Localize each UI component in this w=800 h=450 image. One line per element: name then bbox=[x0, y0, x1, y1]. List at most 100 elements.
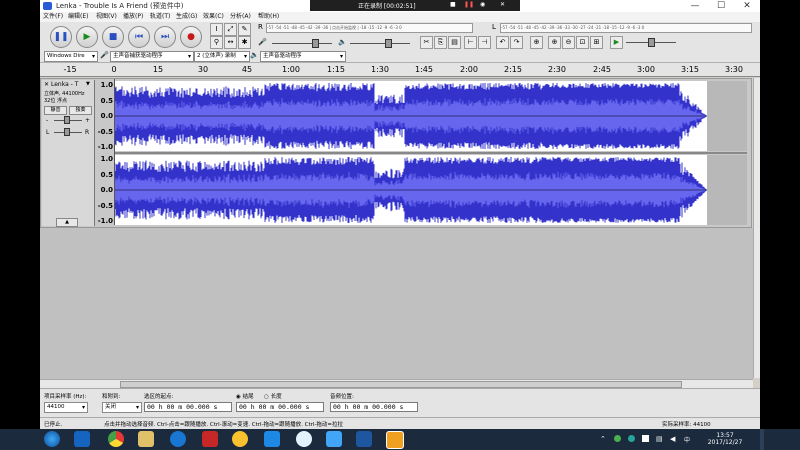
solo-button[interactable]: 独奏 bbox=[69, 106, 92, 115]
input-device-select[interactable]: 主声音捕获驱动程序 ▾ bbox=[110, 51, 194, 62]
menu-play[interactable]: 播放(P) bbox=[123, 12, 143, 22]
snap-value: 关闭 bbox=[105, 404, 117, 410]
network-icon[interactable]: ▤ bbox=[656, 435, 663, 443]
zoom-in-button[interactable]: ⊕ bbox=[548, 36, 561, 49]
tray-arrow-icon[interactable]: ⌃ bbox=[600, 435, 606, 443]
audio-position-field[interactable]: 00 h 00 m 00.000 s bbox=[330, 402, 418, 412]
menu-file[interactable]: 文件(F) bbox=[43, 12, 63, 22]
gain-knob[interactable] bbox=[64, 116, 70, 124]
chevron-down-icon: ▾ bbox=[81, 404, 85, 411]
sync-lock-button[interactable]: ⊕ bbox=[530, 36, 543, 49]
word-icon[interactable] bbox=[356, 431, 372, 447]
maximize-button[interactable]: ☐ bbox=[708, 0, 734, 12]
track-name[interactable]: Lenka - T bbox=[51, 81, 78, 88]
silence-button[interactable]: ⊣ bbox=[478, 36, 491, 49]
menu-analyze[interactable]: 分析(A) bbox=[230, 12, 251, 22]
track-close-button[interactable]: ✕ bbox=[44, 81, 49, 88]
taskbar-clock[interactable]: 13:57 2017/12/27 bbox=[700, 432, 750, 446]
menu-effect[interactable]: 效果(C) bbox=[203, 12, 224, 22]
selection-start-field[interactable]: 00 h 00 m 00.000 s bbox=[144, 402, 232, 412]
horizontal-scroll-thumb[interactable] bbox=[120, 381, 682, 388]
cut-button[interactable]: ✂ bbox=[420, 36, 433, 49]
recorder-close-button[interactable]: ✕ bbox=[500, 1, 505, 8]
end-radio[interactable]: ◉ 结尾 bbox=[236, 392, 254, 400]
system-tray[interactable]: ⌃ ▤ ◀ 中 bbox=[600, 435, 695, 444]
record-button[interactable]: ● bbox=[180, 26, 202, 48]
zoom-out-button[interactable]: ⊖ bbox=[562, 36, 575, 49]
kugou-icon[interactable] bbox=[170, 431, 186, 447]
horizontal-scrollbar[interactable] bbox=[40, 379, 753, 388]
speaker-volume-knob[interactable] bbox=[385, 39, 392, 48]
audacity-taskbar-icon[interactable] bbox=[386, 431, 404, 449]
speaker-volume-slider[interactable] bbox=[350, 43, 410, 44]
track-menu-arrow[interactable]: ▼ bbox=[86, 81, 90, 87]
menu-view[interactable]: 视图(V) bbox=[96, 12, 117, 22]
tray-app-icon[interactable] bbox=[642, 435, 649, 442]
project-rate-select[interactable]: 44100 ▾ bbox=[44, 402, 88, 413]
recorder-pause-button[interactable]: ❚❚ bbox=[464, 1, 474, 8]
feather-icon[interactable] bbox=[326, 431, 342, 447]
recorder-stop-button[interactable]: ■ bbox=[450, 1, 456, 8]
start-button-icon[interactable] bbox=[44, 431, 60, 447]
ruler-tick: 30 bbox=[197, 65, 209, 74]
tray-app-icon[interactable] bbox=[614, 435, 621, 442]
redo-button[interactable]: ↷ bbox=[510, 36, 523, 49]
mic-volume-slider[interactable] bbox=[272, 43, 332, 44]
tray-app-icon[interactable] bbox=[628, 435, 635, 442]
folder-icon[interactable] bbox=[138, 431, 154, 447]
chrome-icon[interactable] bbox=[108, 431, 124, 447]
waveform-right-channel[interactable] bbox=[115, 155, 707, 225]
record-meter[interactable]: -57 -54 -51 -48 -45 -42 -39 -36 | 点击开始监视… bbox=[266, 23, 473, 33]
timeline-ruler[interactable]: -15 0 15 30 45 1:00 1:15 1:30 1:45 2:00 … bbox=[40, 63, 760, 77]
play-meter[interactable]: -57 -54 -51 -48 -45 -42 -39 -36 -33 -30 … bbox=[500, 23, 752, 33]
mic-volume-knob[interactable] bbox=[312, 39, 319, 48]
show-desktop-button[interactable] bbox=[760, 429, 764, 450]
stop-button[interactable]: ■ bbox=[102, 26, 124, 48]
play-speed-knob[interactable] bbox=[648, 38, 655, 47]
paste-button[interactable]: ▤ bbox=[448, 36, 461, 49]
audio-host-select[interactable]: Windows Dire ▾ bbox=[44, 51, 98, 62]
browser-icon[interactable] bbox=[232, 431, 248, 447]
trim-button[interactable]: ⊢ bbox=[464, 36, 477, 49]
project-empty-area[interactable] bbox=[40, 228, 753, 379]
selection-tool[interactable]: I bbox=[210, 23, 223, 36]
channels-select[interactable]: 2 (立体声) 录制 ▾ bbox=[194, 51, 250, 62]
fit-selection-button[interactable]: ⊡ bbox=[576, 36, 589, 49]
output-device-select[interactable]: 主声音驱动程序 ▾ bbox=[260, 51, 346, 62]
play-at-speed-button[interactable]: ▶ bbox=[610, 36, 623, 49]
mute-button[interactable]: 静音 bbox=[44, 106, 67, 115]
minimize-button[interactable]: — bbox=[682, 0, 708, 12]
camera-icon[interactable]: ◉ bbox=[480, 1, 485, 8]
collapse-track-button[interactable]: ▲ bbox=[56, 218, 78, 227]
timeshift-tool[interactable]: ↔ bbox=[224, 36, 237, 49]
skip-to-start-button[interactable]: ⏮ bbox=[128, 26, 150, 48]
vertical-scrollbar[interactable] bbox=[753, 78, 760, 378]
menu-edit[interactable]: 编辑(E) bbox=[68, 12, 88, 22]
volume-icon[interactable]: ◀ bbox=[670, 435, 675, 443]
fit-project-button[interactable]: ⊞ bbox=[590, 36, 603, 49]
ime-icon[interactable]: 中 bbox=[684, 435, 690, 444]
undo-button[interactable]: ↶ bbox=[496, 36, 509, 49]
pan-knob[interactable] bbox=[64, 128, 70, 136]
draw-tool[interactable]: ✎ bbox=[238, 23, 251, 36]
envelope-tool[interactable]: ⤢ bbox=[224, 23, 237, 36]
play-button[interactable]: ▶ bbox=[76, 26, 98, 48]
waveform-left-channel[interactable] bbox=[115, 81, 707, 151]
app-icon[interactable] bbox=[264, 431, 280, 447]
cloud-icon[interactable] bbox=[296, 431, 312, 447]
menu-generate[interactable]: 生成(G) bbox=[176, 12, 197, 22]
menu-help[interactable]: 帮助(H) bbox=[258, 12, 279, 22]
zoom-tool[interactable]: ⚲ bbox=[210, 36, 223, 49]
selection-end-field[interactable]: 00 h 00 m 00.000 s bbox=[236, 402, 324, 412]
menu-track[interactable]: 轨道(T) bbox=[150, 12, 170, 22]
explorer-icon[interactable] bbox=[74, 431, 90, 447]
multi-tool[interactable]: ✱ bbox=[238, 36, 251, 49]
ruler-tick: 15 bbox=[152, 65, 164, 74]
office-icon[interactable] bbox=[202, 431, 218, 447]
length-radio[interactable]: ○ 长度 bbox=[264, 392, 282, 400]
copy-button[interactable]: ⎘ bbox=[434, 36, 447, 49]
snap-select[interactable]: 关闭 ▾ bbox=[102, 402, 142, 413]
close-button[interactable]: ✕ bbox=[734, 0, 760, 12]
pause-button[interactable]: ❚❚ bbox=[50, 26, 72, 48]
skip-to-end-button[interactable]: ⏭ bbox=[154, 26, 176, 48]
